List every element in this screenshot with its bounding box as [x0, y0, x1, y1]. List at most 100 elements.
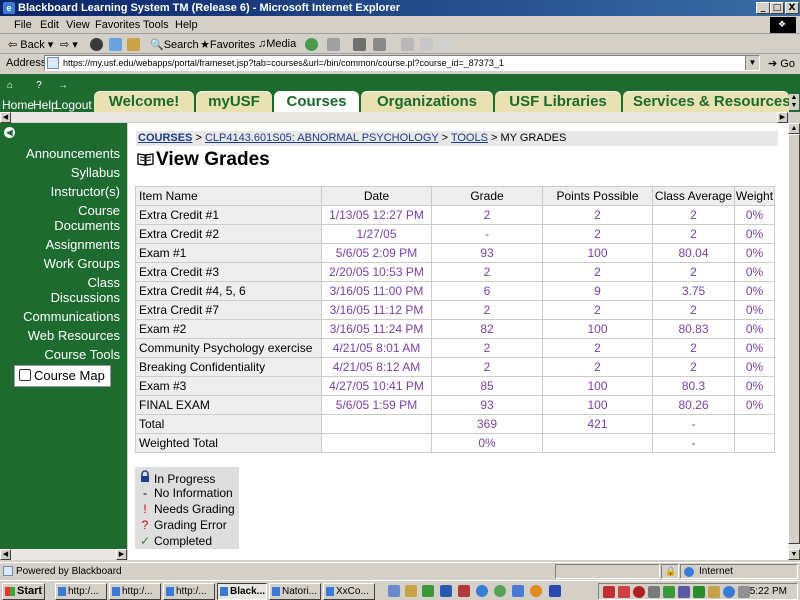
taskbar-item[interactable]: http:/...	[109, 583, 161, 600]
header-horizontal-scrollbar[interactable]: ◀ ▶	[0, 112, 788, 123]
scroll-thumb[interactable]	[788, 134, 800, 544]
stop-icon[interactable]	[90, 38, 103, 51]
taskbar-item[interactable]: XxCo...	[323, 583, 375, 600]
sidebar-item-assignments[interactable]: Assignments	[46, 237, 120, 252]
title-bar[interactable]: e Blackboard Learning System TM (Release…	[0, 0, 800, 16]
tray-icon[interactable]	[723, 586, 735, 598]
taskbar-item[interactable]: Natori...	[269, 583, 321, 600]
maximize-button[interactable]: □	[770, 2, 784, 14]
edit-icon[interactable]	[373, 38, 386, 51]
grade-cell[interactable]: 1/13/05 12:27 PM	[321, 205, 432, 225]
logout-nav-icon[interactable]: →	[57, 81, 69, 91]
menu-tools[interactable]: Tools	[143, 19, 169, 31]
help-nav-icon[interactable]: ?	[33, 81, 45, 91]
breadcrumb-course-link[interactable]: CLP4143.601S05: ABNORMAL PSYCHOLOGY	[205, 132, 439, 144]
sidebar-item-course-documents[interactable]: Course Documents	[20, 203, 120, 233]
tray-icon[interactable]	[633, 586, 645, 598]
grade-cell[interactable]: 1/27/05	[321, 224, 432, 244]
grade-cell[interactable]: 4/21/05 8:01 AM	[321, 338, 432, 358]
scroll-right-icon[interactable]: ▶	[777, 112, 788, 123]
tray-icon[interactable]	[648, 586, 660, 598]
back-button[interactable]: ⇦ Back ▾	[8, 38, 53, 51]
print-icon[interactable]	[353, 38, 366, 51]
tab-usf-libraries[interactable]: USF Libraries	[495, 91, 621, 112]
menu-favorites[interactable]: Favorites	[95, 19, 140, 31]
course-map-button[interactable]: Course Map	[14, 365, 111, 387]
sidebar-item-course-tools[interactable]: Course Tools	[44, 347, 120, 362]
collapse-menu-icon[interactable]: ◀	[4, 127, 15, 138]
quicklaunch-icon[interactable]	[388, 585, 400, 597]
home-icon[interactable]	[127, 38, 140, 51]
forward-button[interactable]: ⇨ ▾	[60, 38, 78, 51]
home-nav-icon[interactable]: ⌂	[4, 81, 16, 91]
sidebar-item-work-groups[interactable]: Work Groups	[44, 256, 120, 271]
tray-icon[interactable]	[603, 586, 615, 598]
tray-icon[interactable]	[708, 586, 720, 598]
address-input[interactable]: https://my.usf.edu/webapps/portal/frames…	[44, 55, 760, 71]
history-icon[interactable]	[305, 38, 318, 51]
search-button[interactable]: 🔍Search	[150, 38, 199, 51]
messenger-icon[interactable]	[420, 38, 433, 51]
sidebar-item-syllabus[interactable]: Syllabus	[71, 165, 120, 180]
taskbar-item[interactable]: http:/...	[163, 583, 215, 600]
tray-icon[interactable]	[738, 586, 750, 598]
sidebar-item-instructors[interactable]: Instructor(s)	[51, 184, 120, 199]
breadcrumb-tools-link[interactable]: TOOLS	[451, 132, 488, 144]
address-dropdown-icon[interactable]: ▼	[745, 56, 759, 70]
quicklaunch-icon[interactable]	[512, 585, 524, 597]
quicklaunch-icon[interactable]	[405, 585, 417, 597]
quicklaunch-icon[interactable]	[494, 585, 506, 597]
tray-icon[interactable]	[678, 586, 690, 598]
media-button[interactable]: ♫Media	[258, 38, 296, 50]
research-icon[interactable]	[438, 38, 451, 51]
go-button[interactable]: ➔ Go	[768, 57, 795, 70]
grade-cell[interactable]: 4/21/05 8:12 AM	[321, 357, 432, 377]
logout-link[interactable]: Logout	[55, 98, 92, 112]
help-link[interactable]: Help	[33, 98, 58, 112]
mail-icon[interactable]	[327, 38, 340, 51]
quicklaunch-icon[interactable]	[458, 585, 470, 597]
sidebar-item-web-resources[interactable]: Web Resources	[28, 328, 120, 343]
quicklaunch-icon[interactable]	[549, 585, 561, 597]
favorites-button[interactable]: ★Favorites	[200, 38, 255, 51]
start-button[interactable]: Start	[2, 583, 45, 600]
menu-help[interactable]: Help	[175, 19, 198, 31]
quicklaunch-icon[interactable]	[476, 585, 488, 597]
taskbar-item[interactable]: Black...	[217, 583, 267, 600]
sidebar-item-communications[interactable]: Communications	[23, 309, 120, 324]
minimize-button[interactable]: _	[756, 2, 770, 14]
sidebar-item-announcements[interactable]: Announcements	[26, 146, 120, 161]
taskbar-item[interactable]: http:/...	[55, 583, 107, 600]
tray-icon[interactable]	[663, 586, 675, 598]
home-link[interactable]: Home	[2, 98, 34, 112]
tab-organizations[interactable]: Organizations	[361, 91, 493, 112]
grade-cell[interactable]: 3/16/05 11:12 PM	[321, 300, 432, 320]
close-button[interactable]: X	[785, 2, 799, 14]
grade-cell[interactable]: 3/16/05 11:24 PM	[321, 319, 432, 339]
grade-cell[interactable]: 5/6/05 1:59 PM	[321, 395, 432, 415]
menu-file[interactable]: File	[14, 19, 32, 31]
tray-icon[interactable]	[693, 586, 705, 598]
tab-myusf[interactable]: myUSF	[196, 91, 272, 112]
sidebar-horizontal-scrollbar[interactable]: ◀ ▶	[0, 549, 127, 560]
quicklaunch-icon[interactable]	[530, 585, 542, 597]
sidebar-scroll-left-icon[interactable]: ◀	[0, 549, 11, 560]
content-vertical-scrollbar[interactable]: ▲ ▼	[788, 123, 800, 560]
tab-services-resources[interactable]: Services & Resources	[623, 91, 789, 112]
grade-cell[interactable]: 2/20/05 10:53 PM	[321, 262, 432, 282]
header-scroll-icon[interactable]: ▲ ▼	[789, 94, 799, 110]
tab-courses[interactable]: Courses	[274, 91, 359, 112]
menu-edit[interactable]: Edit	[40, 19, 59, 31]
refresh-icon[interactable]	[109, 38, 122, 51]
tab-welcome[interactable]: Welcome!	[94, 91, 194, 112]
scroll-left-icon[interactable]: ◀	[0, 112, 11, 123]
grade-cell[interactable]: 5/6/05 2:09 PM	[321, 243, 432, 263]
grade-cell[interactable]: 4/27/05 10:41 PM	[321, 376, 432, 396]
scroll-up-icon[interactable]: ▲	[788, 123, 800, 134]
quicklaunch-icon[interactable]	[440, 585, 452, 597]
menu-view[interactable]: View	[66, 19, 90, 31]
quicklaunch-icon[interactable]	[422, 585, 434, 597]
discuss-icon[interactable]	[401, 38, 414, 51]
sidebar-item-class-discussions[interactable]: Class Discussions	[20, 275, 120, 305]
breadcrumb-courses-link[interactable]: COURSES	[138, 132, 192, 144]
